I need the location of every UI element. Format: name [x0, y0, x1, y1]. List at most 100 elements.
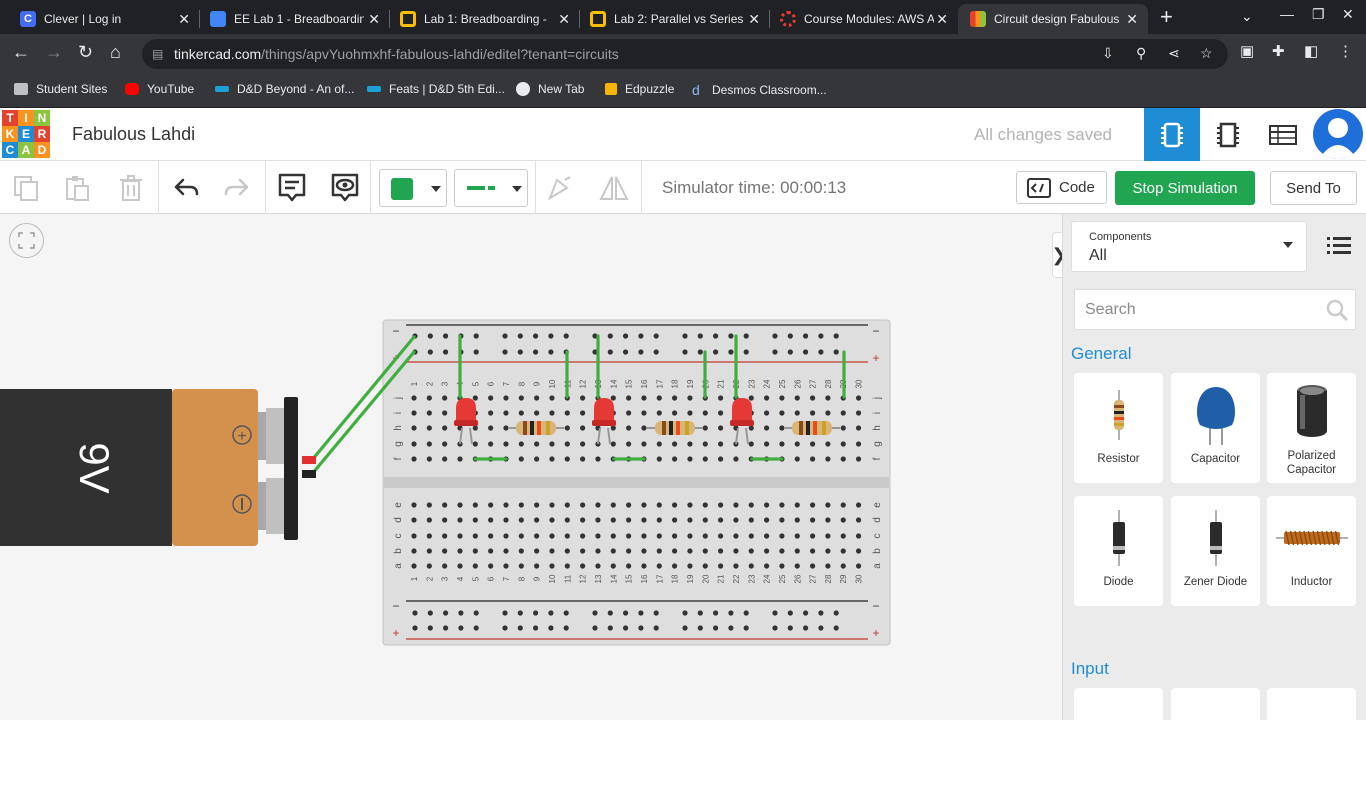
breadboard-hole[interactable]	[855, 441, 862, 447]
breadboard-hole[interactable]	[809, 517, 816, 523]
breadboard-hole[interactable]	[442, 410, 448, 416]
breadboard-hole[interactable]	[518, 533, 524, 539]
bookmark-dnd-beyond[interactable]: D&D Beyond - An of...	[215, 82, 354, 96]
components-filter-dropdown[interactable]: Components All	[1071, 221, 1307, 272]
breadboard-hole[interactable]	[610, 533, 616, 539]
breadboard-hole[interactable]	[549, 502, 555, 508]
breadboard-hole[interactable]	[442, 563, 448, 569]
breadboard-hole[interactable]	[840, 410, 846, 416]
rail-hole[interactable]	[533, 333, 539, 339]
rail-hole[interactable]	[833, 625, 839, 631]
copy-button[interactable]	[9, 171, 43, 205]
breadboard-hole[interactable]	[595, 502, 601, 508]
breadboard-hole[interactable]	[595, 517, 601, 523]
breadboard-hole[interactable]	[610, 395, 616, 401]
breadboard-hole[interactable]	[503, 548, 509, 554]
rail-hole[interactable]	[427, 610, 433, 616]
install-app-icon[interactable]: ⇩	[1102, 45, 1114, 62]
breadboard-hole[interactable]	[457, 502, 463, 508]
breadboard-hole[interactable]	[687, 517, 693, 523]
breadboard-hole[interactable]	[809, 441, 816, 447]
breadboard-hole[interactable]	[779, 441, 785, 447]
tinkercad-logo[interactable]: T I N K E R C A D	[2, 110, 50, 158]
tab-search-chevron-icon[interactable]: ⌄	[1241, 8, 1253, 25]
breadboard-hole[interactable]	[718, 563, 724, 569]
close-window-icon[interactable]: ✕	[1342, 6, 1354, 23]
rail-hole[interactable]	[638, 625, 644, 631]
breadboard-hole[interactable]	[763, 410, 770, 416]
breadboard-hole[interactable]	[442, 395, 448, 401]
breadboard-hole[interactable]	[656, 456, 662, 462]
rail-hole[interactable]	[427, 625, 433, 631]
breadboard-hole[interactable]	[626, 548, 632, 554]
breadboard-hole[interactable]	[626, 517, 632, 523]
breadboard-hole[interactable]	[748, 533, 754, 539]
breadboard-hole[interactable]	[855, 533, 862, 539]
breadboard-hole[interactable]	[672, 410, 678, 416]
rail-hole[interactable]	[412, 610, 418, 616]
breadboard-hole[interactable]	[549, 410, 555, 416]
rail-hole[interactable]	[473, 625, 479, 631]
bookmark-new-tab[interactable]: New Tab	[516, 82, 584, 96]
breadboard-hole[interactable]	[672, 502, 678, 508]
breadboard-hole[interactable]	[488, 563, 494, 569]
rail-hole[interactable]	[443, 333, 449, 339]
breadboard-hole[interactable]	[534, 563, 540, 569]
breadboard-hole[interactable]	[825, 456, 831, 462]
breadboard-hole[interactable]	[779, 517, 785, 523]
rail-hole[interactable]	[548, 625, 554, 631]
rail-hole[interactable]	[787, 333, 793, 339]
breadboard-hole[interactable]	[656, 395, 662, 401]
breadboard-hole[interactable]	[779, 563, 785, 569]
rail-hole[interactable]	[787, 610, 793, 616]
breadboard-hole[interactable]	[580, 410, 586, 416]
breadboard-hole[interactable]	[840, 517, 846, 523]
breadboard-hole[interactable]	[426, 456, 432, 462]
breadboard-hole[interactable]	[580, 395, 586, 401]
rail-hole[interactable]	[713, 625, 719, 631]
breadboard-hole[interactable]	[794, 548, 800, 554]
rail-hole[interactable]	[563, 625, 569, 631]
extension-icon[interactable]: ▣	[1240, 42, 1254, 60]
breadboard-hole[interactable]	[549, 395, 555, 401]
breadboard-hole[interactable]	[672, 456, 678, 462]
breadboard-hole[interactable]	[748, 563, 754, 569]
rail-hole[interactable]	[563, 333, 569, 339]
breadboard-hole[interactable]	[809, 456, 816, 462]
breadboard-hole[interactable]	[472, 502, 478, 508]
rail-hole[interactable]	[803, 333, 809, 339]
breadboard-hole[interactable]	[564, 517, 570, 523]
breadboard-hole[interactable]	[488, 533, 494, 539]
close-tab-icon[interactable]: ✕	[748, 11, 760, 28]
breadboard-hole[interactable]	[687, 548, 693, 554]
rail-hole[interactable]	[517, 349, 523, 355]
breadboard-hole[interactable]	[763, 425, 770, 431]
breadboard-hole[interactable]	[687, 456, 693, 462]
breadboard-hole[interactable]	[672, 533, 678, 539]
breadboard-hole[interactable]	[472, 533, 478, 539]
breadboard-hole[interactable]	[702, 410, 708, 416]
breadboard-hole[interactable]	[534, 410, 540, 416]
breadboard-hole[interactable]	[549, 533, 555, 539]
battery-9v[interactable]: 9V +	[0, 389, 298, 546]
breadboard-hole[interactable]	[702, 563, 708, 569]
breadboard-hole[interactable]	[610, 517, 616, 523]
rail-hole[interactable]	[517, 625, 523, 631]
breadboard-hole[interactable]	[687, 441, 693, 447]
breadboard-hole[interactable]	[702, 533, 708, 539]
breadboard-hole[interactable]	[549, 456, 555, 462]
breadboard-hole[interactable]	[748, 548, 754, 554]
rail-hole[interactable]	[682, 610, 688, 616]
breadboard-hole[interactable]	[718, 456, 724, 462]
breadboard-hole[interactable]	[411, 456, 417, 462]
rail-hole[interactable]	[772, 625, 778, 631]
rail-hole[interactable]	[833, 610, 839, 616]
component-card-capacitor[interactable]: Capacitor	[1171, 373, 1260, 483]
rail-hole[interactable]	[682, 333, 688, 339]
extensions-puzzle-icon[interactable]: ✚	[1272, 42, 1285, 60]
breadboard-hole[interactable]	[503, 441, 509, 447]
breadboard-hole[interactable]	[457, 533, 463, 539]
wire-type-dropdown[interactable]	[454, 169, 528, 207]
rail-hole[interactable]	[638, 349, 644, 355]
rail-hole[interactable]	[623, 610, 629, 616]
